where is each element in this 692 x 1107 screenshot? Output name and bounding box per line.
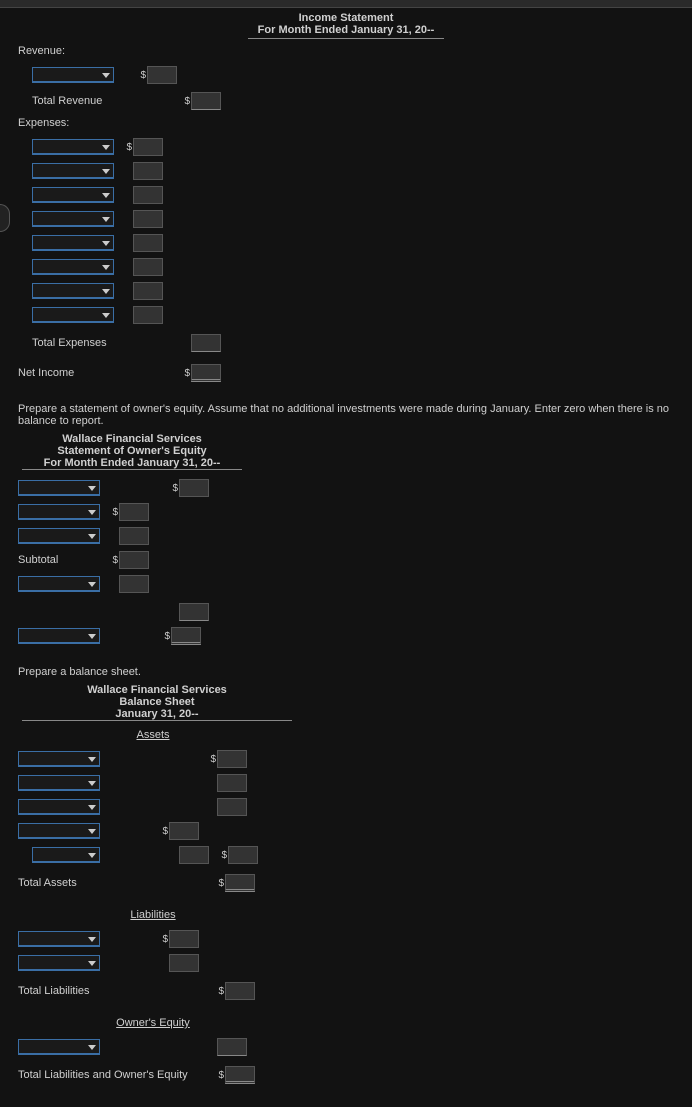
asset-dropdown-5[interactable] xyxy=(32,847,100,863)
asset-amount-5b[interactable] xyxy=(228,846,258,864)
oe-amount-4[interactable] xyxy=(119,575,149,593)
revenue-account-dropdown[interactable] xyxy=(32,67,114,83)
balance-sheet-instruction: Prepare a balance sheet. xyxy=(18,666,674,678)
dollar-sign: $ xyxy=(216,1070,224,1081)
oe-dropdown-5[interactable] xyxy=(18,628,100,644)
dollar-sign: $ xyxy=(182,368,190,379)
owners-equity-heading: Owner's Equity xyxy=(18,1017,288,1029)
dollar-sign: $ xyxy=(216,878,224,889)
asset-amount-1[interactable] xyxy=(217,750,247,768)
bs-underline xyxy=(22,720,292,721)
expenses-label: Expenses: xyxy=(18,117,674,129)
revenue-label: Revenue: xyxy=(18,45,674,57)
total-assets-label: Total Assets xyxy=(18,877,216,889)
income-statement-header: Income Statement For Month Ended January… xyxy=(18,12,674,36)
total-liab-oe-input[interactable] xyxy=(225,1066,255,1084)
liability-amount-1[interactable] xyxy=(169,930,199,948)
net-income-input[interactable] xyxy=(191,364,221,382)
asset-amount-5a[interactable] xyxy=(179,846,209,864)
oe-bs-dropdown-1[interactable] xyxy=(18,1039,100,1055)
oe-amount-6[interactable] xyxy=(171,627,201,645)
expense-amount-3[interactable] xyxy=(133,186,163,204)
dollar-sign: $ xyxy=(124,142,132,153)
income-statement-period: For Month Ended January 31, 20-- xyxy=(18,24,674,36)
tab-strip xyxy=(0,0,692,8)
revenue-amount-input[interactable] xyxy=(147,66,177,84)
total-liab-oe-label: Total Liabilities and Owner's Equity xyxy=(18,1069,216,1081)
dollar-sign: $ xyxy=(182,96,190,107)
total-revenue-label: Total Revenue xyxy=(32,95,182,107)
dollar-sign: $ xyxy=(208,754,216,765)
dollar-sign: $ xyxy=(138,70,146,81)
total-assets-input[interactable] xyxy=(225,874,255,892)
asset-dropdown-3[interactable] xyxy=(18,799,100,815)
oe-bs-amount-1[interactable] xyxy=(217,1038,247,1056)
expense-dropdown-5[interactable] xyxy=(32,235,114,251)
header-underline xyxy=(248,38,444,39)
balance-sheet-header: Wallace Financial Services Balance Sheet… xyxy=(22,684,292,720)
oe-amount-3[interactable] xyxy=(119,527,149,545)
dollar-sign: $ xyxy=(110,555,118,566)
oe-dropdown-1[interactable] xyxy=(18,480,100,496)
total-expenses-label: Total Expenses xyxy=(32,337,182,349)
expense-amount-1[interactable] xyxy=(133,138,163,156)
expense-amount-8[interactable] xyxy=(133,306,163,324)
dollar-sign: $ xyxy=(162,631,170,642)
asset-amount-4a[interactable] xyxy=(169,822,199,840)
oe-company: Wallace Financial Services xyxy=(22,433,242,445)
asset-dropdown-2[interactable] xyxy=(18,775,100,791)
oe-amount-5[interactable] xyxy=(179,603,209,621)
owners-equity-header: Wallace Financial Services Statement of … xyxy=(22,433,242,469)
assets-heading: Assets xyxy=(18,729,288,741)
expense-dropdown-8[interactable] xyxy=(32,307,114,323)
dollar-sign: $ xyxy=(170,483,178,494)
bs-title: Balance Sheet xyxy=(22,696,292,708)
liabilities-heading: Liabilities xyxy=(18,909,288,921)
liability-dropdown-1[interactable] xyxy=(18,931,100,947)
oe-amount-1[interactable] xyxy=(179,479,209,497)
dollar-sign: $ xyxy=(216,986,224,997)
expense-amount-2[interactable] xyxy=(133,162,163,180)
expense-dropdown-3[interactable] xyxy=(32,187,114,203)
oe-title: Statement of Owner's Equity xyxy=(22,445,242,457)
expense-amount-7[interactable] xyxy=(133,282,163,300)
liability-dropdown-2[interactable] xyxy=(18,955,100,971)
bs-date: January 31, 20-- xyxy=(22,708,292,720)
subtotal-input[interactable] xyxy=(119,551,149,569)
expense-dropdown-4[interactable] xyxy=(32,211,114,227)
total-expenses-input[interactable] xyxy=(191,334,221,352)
oe-period: For Month Ended January 31, 20-- xyxy=(22,457,242,469)
income-statement-title: Income Statement xyxy=(18,12,674,24)
dollar-sign: $ xyxy=(219,850,227,861)
expense-amount-6[interactable] xyxy=(133,258,163,276)
asset-dropdown-1[interactable] xyxy=(18,751,100,767)
owners-equity-instruction: Prepare a statement of owner's equity. A… xyxy=(18,403,674,427)
asset-amount-2[interactable] xyxy=(217,774,247,792)
expense-dropdown-1[interactable] xyxy=(32,139,114,155)
expense-dropdown-6[interactable] xyxy=(32,259,114,275)
liability-amount-2[interactable] xyxy=(169,954,199,972)
dollar-sign: $ xyxy=(110,507,118,518)
dollar-sign: $ xyxy=(160,826,168,837)
expense-dropdown-7[interactable] xyxy=(32,283,114,299)
expense-amount-5[interactable] xyxy=(133,234,163,252)
total-liabilities-input[interactable] xyxy=(225,982,255,1000)
total-revenue-input[interactable] xyxy=(191,92,221,110)
expense-dropdown-2[interactable] xyxy=(32,163,114,179)
oe-underline xyxy=(22,469,242,470)
oe-amount-2[interactable] xyxy=(119,503,149,521)
oe-dropdown-3[interactable] xyxy=(18,528,100,544)
net-income-label: Net Income xyxy=(18,367,182,379)
expense-amount-4[interactable] xyxy=(133,210,163,228)
dollar-sign: $ xyxy=(160,934,168,945)
subtotal-label: Subtotal xyxy=(18,554,110,566)
oe-dropdown-2[interactable] xyxy=(18,504,100,520)
total-liabilities-label: Total Liabilities xyxy=(18,985,216,997)
oe-dropdown-4[interactable] xyxy=(18,576,100,592)
asset-dropdown-4[interactable] xyxy=(18,823,100,839)
asset-amount-3[interactable] xyxy=(217,798,247,816)
bs-company: Wallace Financial Services xyxy=(22,684,292,696)
